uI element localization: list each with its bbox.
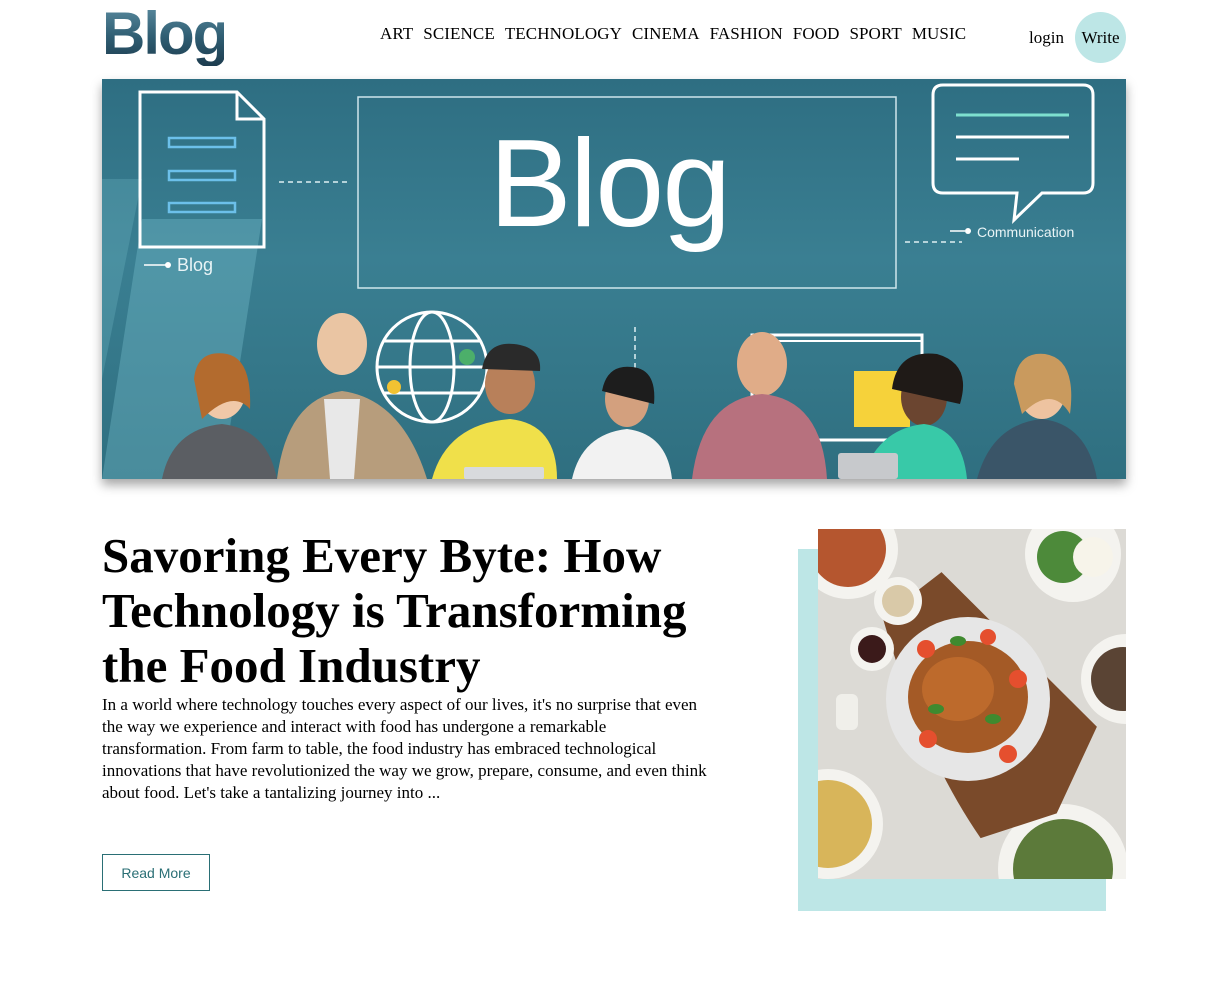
navbar: Blog ART SCIENCE TECHNOLOGY CINEMA FASHI… <box>102 0 1126 74</box>
read-more-button[interactable]: Read More <box>102 854 210 891</box>
nav-link-cinema[interactable]: CINEMA <box>632 24 700 44</box>
nav-link-art[interactable]: ART <box>380 24 413 44</box>
globe-icon <box>375 310 489 424</box>
post-title[interactable]: Savoring Every Byte: How Technology is T… <box>102 528 742 693</box>
hero-tag-blog: Blog <box>177 255 214 275</box>
nav-link-sport[interactable]: SPORT <box>849 24 901 44</box>
hero-tag-communication: Communication <box>977 224 1075 240</box>
nav-link-fashion[interactable]: FASHION <box>710 24 783 44</box>
nav-link-science[interactable]: SCIENCE <box>423 24 495 44</box>
write-button-label: Write <box>1081 27 1120 47</box>
nav-links: ART SCIENCE TECHNOLOGY CINEMA FASHION FO… <box>380 24 966 44</box>
hero-banner: Blog Blog Communication <box>102 79 1126 479</box>
nav-link-music[interactable]: MUSIC <box>912 24 966 44</box>
post-excerpt: In a world where technology touches ever… <box>102 695 707 802</box>
write-button[interactable]: Write <box>1075 12 1126 63</box>
nav-link-food[interactable]: FOOD <box>793 24 840 44</box>
post-image[interactable] <box>818 529 1126 879</box>
nav-link-technology[interactable]: TECHNOLOGY <box>505 24 622 44</box>
food-photo <box>818 529 1126 879</box>
auth-area: login Write <box>1029 12 1126 63</box>
login-link[interactable]: login <box>1029 28 1064 48</box>
site-logo[interactable]: Blog <box>102 2 229 66</box>
people-illustration <box>162 313 1097 479</box>
speech-bubble-icon <box>931 83 1095 224</box>
hero-title: Blog <box>489 115 731 253</box>
